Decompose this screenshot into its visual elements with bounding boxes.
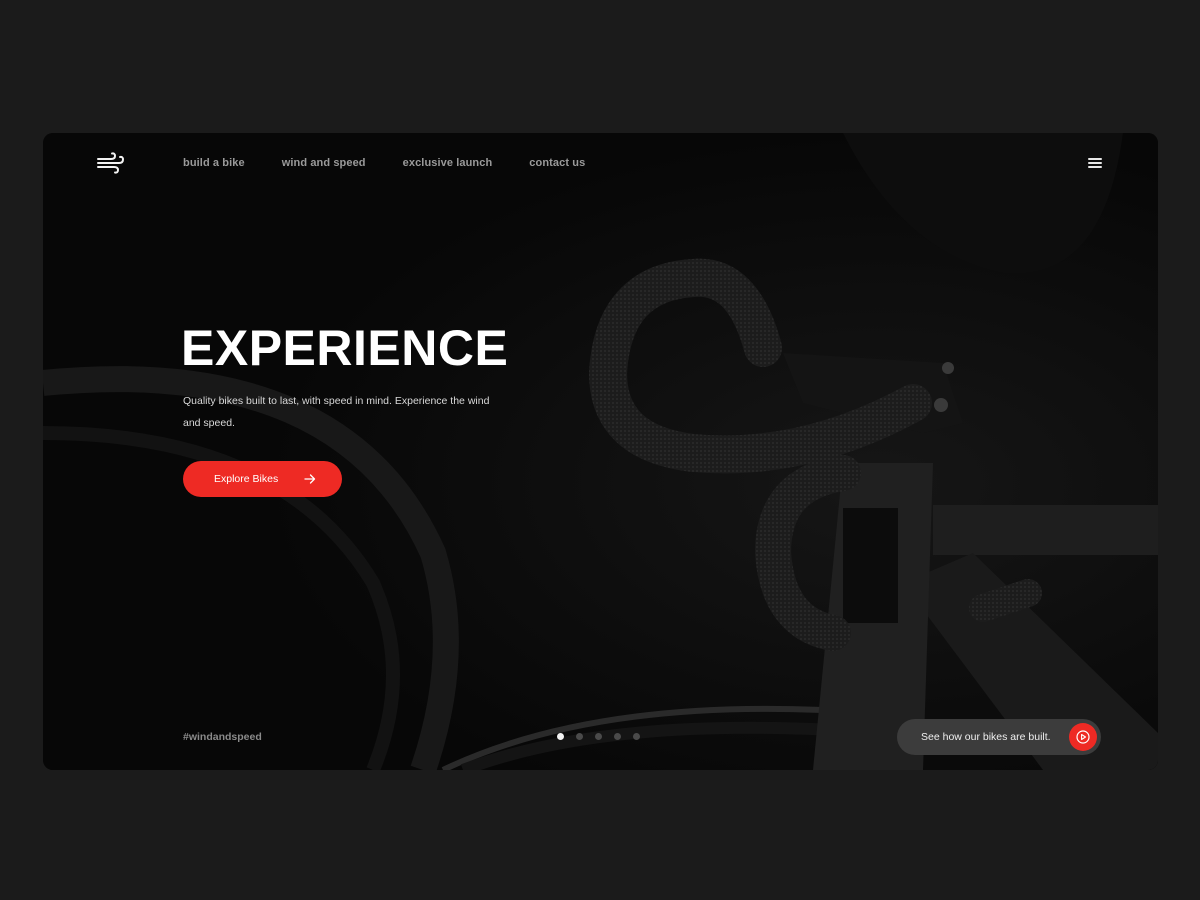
wind-logo-icon[interactable] [96,152,126,174]
carousel-dot-2[interactable] [576,733,583,740]
hero-frame: build a bike wind and speed exclusive la… [43,133,1158,770]
explore-bikes-button[interactable]: Explore Bikes [183,461,342,497]
carousel-dot-4[interactable] [614,733,621,740]
carousel-pagination [557,733,640,740]
hashtag-label: #windandspeed [183,731,262,743]
carousel-dot-5[interactable] [633,733,640,740]
nav-item-exclusive-launch[interactable]: exclusive launch [403,157,493,169]
play-button[interactable] [1069,723,1097,751]
hero-bike-image [43,133,1158,770]
explore-bikes-label: Explore Bikes [214,473,279,485]
main-nav: build a bike wind and speed exclusive la… [183,157,622,169]
hero-title: EXPERIENCE [181,320,509,376]
arrow-right-icon [304,474,316,484]
hamburger-menu-icon[interactable] [1088,158,1102,169]
watch-video-button[interactable]: See how our bikes are built. [897,719,1101,755]
nav-item-wind-and-speed[interactable]: wind and speed [282,157,366,169]
carousel-dot-3[interactable] [595,733,602,740]
carousel-dot-1[interactable] [557,733,564,740]
hero-description: Quality bikes built to last, with speed … [183,395,490,429]
watch-video-label: See how our bikes are built. [921,731,1051,743]
nav-item-contact-us[interactable]: contact us [529,157,585,169]
play-icon [1076,730,1090,744]
nav-item-build-a-bike[interactable]: build a bike [183,157,245,169]
